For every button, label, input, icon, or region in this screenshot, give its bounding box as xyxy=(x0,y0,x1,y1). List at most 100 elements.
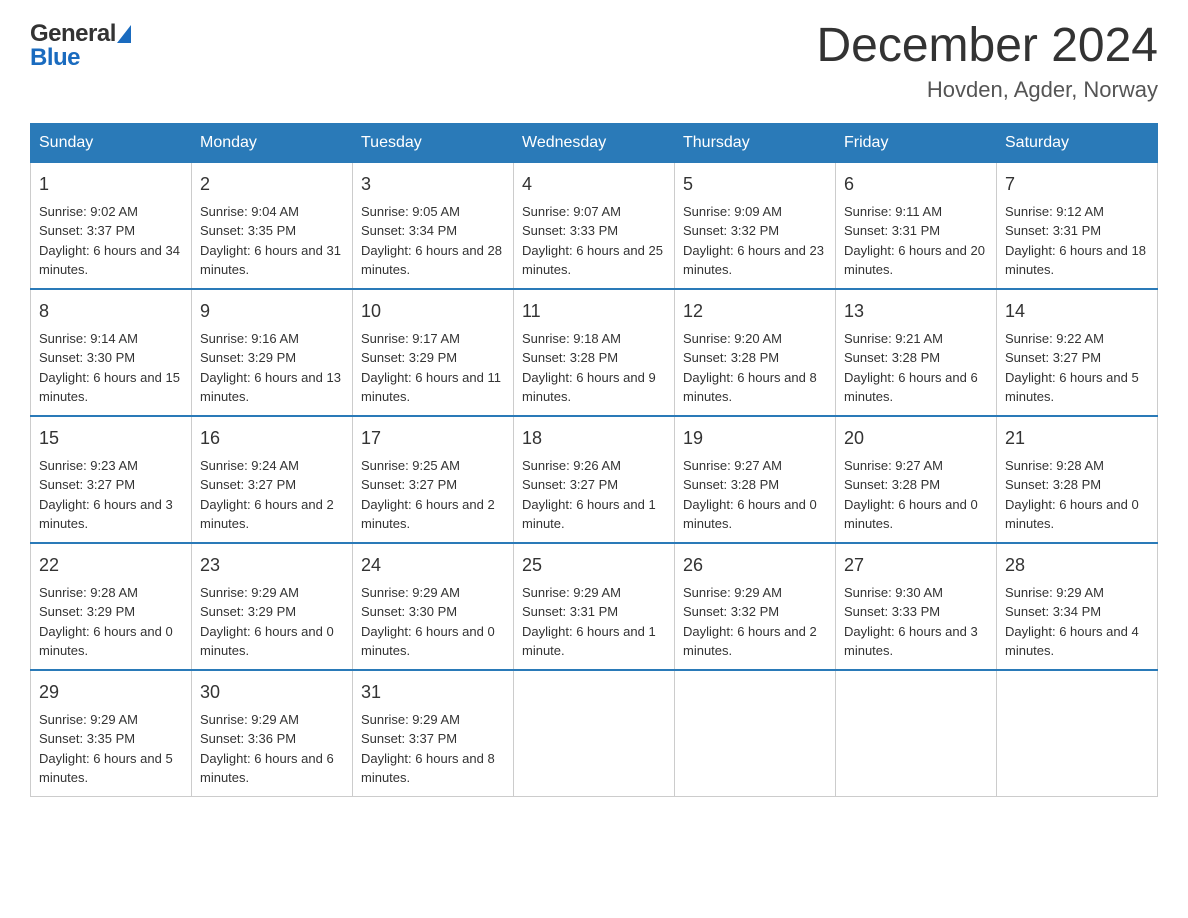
day-number: 11 xyxy=(522,298,666,325)
calendar-cell: 19 Sunrise: 9:27 AMSunset: 3:28 PMDayligh… xyxy=(675,416,836,543)
calendar-cell: 31 Sunrise: 9:29 AMSunset: 3:37 PMDayligh… xyxy=(353,670,514,797)
day-number: 13 xyxy=(844,298,988,325)
column-header-thursday: Thursday xyxy=(675,123,836,162)
calendar-header-row: SundayMondayTuesdayWednesdayThursdayFrid… xyxy=(31,123,1158,162)
calendar-cell: 28 Sunrise: 9:29 AMSunset: 3:34 PMDayligh… xyxy=(997,543,1158,670)
month-title: December 2024 xyxy=(816,20,1158,73)
day-number: 28 xyxy=(1005,552,1149,579)
day-info: Sunrise: 9:29 AMSunset: 3:35 PMDaylight:… xyxy=(39,712,173,786)
day-number: 23 xyxy=(200,552,344,579)
column-header-saturday: Saturday xyxy=(997,123,1158,162)
calendar-cell: 21Sunrise: 9:28 AMSunset: 3:28 PMDayligh… xyxy=(997,416,1158,543)
day-number: 29 xyxy=(39,679,183,706)
day-info: Sunrise: 9:14 AMSunset: 3:30 PMDaylight:… xyxy=(39,331,180,405)
day-info: Sunrise: 9:22 AMSunset: 3:27 PMDaylight:… xyxy=(1005,331,1139,405)
day-number: 7 xyxy=(1005,171,1149,198)
calendar-cell: 15 Sunrise: 9:23 AMSunset: 3:27 PMDayligh… xyxy=(31,416,192,543)
day-number: 24 xyxy=(361,552,505,579)
day-info: Sunrise: 9:29 AMSunset: 3:29 PMDaylight:… xyxy=(200,585,334,659)
day-info: Sunrise: 9:16 AMSunset: 3:29 PMDaylight:… xyxy=(200,331,341,405)
day-info: Sunrise: 9:26 AMSunset: 3:27 PMDaylight:… xyxy=(522,458,656,532)
calendar-cell xyxy=(997,670,1158,797)
day-info: Sunrise: 9:27 AMSunset: 3:28 PMDaylight:… xyxy=(683,458,817,532)
logo-triangle-icon xyxy=(117,25,131,43)
day-number: 19 xyxy=(683,425,827,452)
day-number: 22 xyxy=(39,552,183,579)
day-number: 30 xyxy=(200,679,344,706)
day-number: 25 xyxy=(522,552,666,579)
column-header-friday: Friday xyxy=(836,123,997,162)
day-number: 27 xyxy=(844,552,988,579)
calendar-cell: 27Sunrise: 9:30 AMSunset: 3:33 PMDayligh… xyxy=(836,543,997,670)
day-number: 9 xyxy=(200,298,344,325)
calendar-cell: 11Sunrise: 9:18 AMSunset: 3:28 PMDayligh… xyxy=(514,289,675,416)
logo: General Blue xyxy=(30,20,131,72)
day-number: 20 xyxy=(844,425,988,452)
calendar-cell: 7 Sunrise: 9:12 AMSunset: 3:31 PMDaylight… xyxy=(997,162,1158,289)
day-info: Sunrise: 9:27 AMSunset: 3:28 PMDaylight:… xyxy=(844,458,978,532)
column-header-wednesday: Wednesday xyxy=(514,123,675,162)
calendar-cell: 4Sunrise: 9:07 AMSunset: 3:33 PMDaylight… xyxy=(514,162,675,289)
calendar-cell: 6 Sunrise: 9:11 AMSunset: 3:31 PMDaylight… xyxy=(836,162,997,289)
day-info: Sunrise: 9:24 AMSunset: 3:27 PMDaylight:… xyxy=(200,458,334,532)
day-number: 10 xyxy=(361,298,505,325)
day-info: Sunrise: 9:21 AMSunset: 3:28 PMDaylight:… xyxy=(844,331,978,405)
day-number: 2 xyxy=(200,171,344,198)
column-header-sunday: Sunday xyxy=(31,123,192,162)
day-number: 5 xyxy=(683,171,827,198)
day-number: 14 xyxy=(1005,298,1149,325)
calendar-cell: 20 Sunrise: 9:27 AMSunset: 3:28 PMDayligh… xyxy=(836,416,997,543)
day-info: Sunrise: 9:17 AMSunset: 3:29 PMDaylight:… xyxy=(361,331,501,405)
day-number: 3 xyxy=(361,171,505,198)
day-number: 18 xyxy=(522,425,666,452)
day-number: 8 xyxy=(39,298,183,325)
calendar-table: SundayMondayTuesdayWednesdayThursdayFrid… xyxy=(30,123,1158,797)
calendar-cell: 14 Sunrise: 9:22 AMSunset: 3:27 PMDayligh… xyxy=(997,289,1158,416)
calendar-cell: 2Sunrise: 9:04 AMSunset: 3:35 PMDaylight… xyxy=(192,162,353,289)
day-info: Sunrise: 9:23 AMSunset: 3:27 PMDaylight:… xyxy=(39,458,173,532)
calendar-cell: 26Sunrise: 9:29 AMSunset: 3:32 PMDayligh… xyxy=(675,543,836,670)
day-number: 16 xyxy=(200,425,344,452)
location-subtitle: Hovden, Agder, Norway xyxy=(816,77,1158,103)
day-info: Sunrise: 9:29 AMSunset: 3:37 PMDaylight:… xyxy=(361,712,495,786)
calendar-week-row: 15 Sunrise: 9:23 AMSunset: 3:27 PMDayligh… xyxy=(31,416,1158,543)
day-number: 1 xyxy=(39,171,183,198)
calendar-cell: 9 Sunrise: 9:16 AMSunset: 3:29 PMDaylight… xyxy=(192,289,353,416)
day-info: Sunrise: 9:11 AMSunset: 3:31 PMDaylight:… xyxy=(844,204,985,278)
calendar-week-row: 1Sunrise: 9:02 AMSunset: 3:37 PMDaylight… xyxy=(31,162,1158,289)
day-info: Sunrise: 9:20 AMSunset: 3:28 PMDaylight:… xyxy=(683,331,817,405)
day-info: Sunrise: 9:29 AMSunset: 3:36 PMDaylight:… xyxy=(200,712,334,786)
calendar-week-row: 8 Sunrise: 9:14 AMSunset: 3:30 PMDaylight… xyxy=(31,289,1158,416)
calendar-week-row: 29 Sunrise: 9:29 AMSunset: 3:35 PMDayligh… xyxy=(31,670,1158,797)
calendar-cell xyxy=(836,670,997,797)
calendar-cell: 18 Sunrise: 9:26 AMSunset: 3:27 PMDayligh… xyxy=(514,416,675,543)
calendar-cell xyxy=(514,670,675,797)
day-number: 31 xyxy=(361,679,505,706)
column-header-monday: Monday xyxy=(192,123,353,162)
calendar-week-row: 22 Sunrise: 9:28 AMSunset: 3:29 PMDayligh… xyxy=(31,543,1158,670)
calendar-cell: 22 Sunrise: 9:28 AMSunset: 3:29 PMDayligh… xyxy=(31,543,192,670)
day-info: Sunrise: 9:12 AMSunset: 3:31 PMDaylight:… xyxy=(1005,204,1146,278)
day-number: 12 xyxy=(683,298,827,325)
day-number: 4 xyxy=(522,171,666,198)
calendar-cell xyxy=(675,670,836,797)
day-info: Sunrise: 9:05 AMSunset: 3:34 PMDaylight:… xyxy=(361,204,502,278)
calendar-cell: 23 Sunrise: 9:29 AMSunset: 3:29 PMDayligh… xyxy=(192,543,353,670)
day-number: 15 xyxy=(39,425,183,452)
calendar-cell: 10 Sunrise: 9:17 AMSunset: 3:29 PMDayligh… xyxy=(353,289,514,416)
calendar-cell: 16 Sunrise: 9:24 AMSunset: 3:27 PMDayligh… xyxy=(192,416,353,543)
day-info: Sunrise: 9:09 AMSunset: 3:32 PMDaylight:… xyxy=(683,204,824,278)
day-info: Sunrise: 9:29 AMSunset: 3:34 PMDaylight:… xyxy=(1005,585,1139,659)
calendar-cell: 25 Sunrise: 9:29 AMSunset: 3:31 PMDayligh… xyxy=(514,543,675,670)
day-info: Sunrise: 9:25 AMSunset: 3:27 PMDaylight:… xyxy=(361,458,495,532)
column-header-tuesday: Tuesday xyxy=(353,123,514,162)
page-header: General Blue December 2024 Hovden, Agder… xyxy=(30,20,1158,103)
day-info: Sunrise: 9:28 AMSunset: 3:29 PMDaylight:… xyxy=(39,585,173,659)
day-number: 21 xyxy=(1005,425,1149,452)
logo-blue-text: Blue xyxy=(30,44,80,72)
day-info: Sunrise: 9:29 AMSunset: 3:31 PMDaylight:… xyxy=(522,585,656,659)
calendar-cell: 1Sunrise: 9:02 AMSunset: 3:37 PMDaylight… xyxy=(31,162,192,289)
day-number: 6 xyxy=(844,171,988,198)
calendar-cell: 13 Sunrise: 9:21 AMSunset: 3:28 PMDayligh… xyxy=(836,289,997,416)
calendar-cell: 24Sunrise: 9:29 AMSunset: 3:30 PMDayligh… xyxy=(353,543,514,670)
